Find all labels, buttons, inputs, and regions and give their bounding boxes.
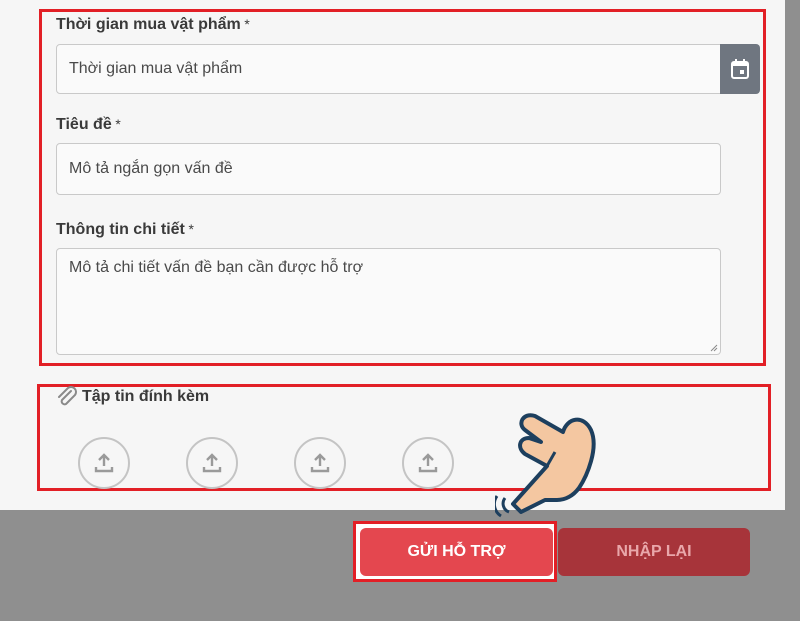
purchase-time-input[interactable]: Thời gian mua vật phẩm xyxy=(56,44,722,94)
details-label: Thông tin chi tiết * xyxy=(56,221,193,239)
upload-icon xyxy=(418,453,438,473)
title-placeholder: Mô tả ngắn gọn vấn đề xyxy=(69,160,233,177)
required-mark: * xyxy=(187,221,194,237)
resize-handle-icon[interactable] xyxy=(710,344,718,352)
details-textarea[interactable]: Mô tả chi tiết vấn đề bạn cần được hỗ tr… xyxy=(56,248,721,355)
upload-icon xyxy=(310,453,330,473)
upload-slot-1[interactable] xyxy=(78,437,130,489)
required-mark: * xyxy=(243,16,250,32)
send-support-button[interactable]: GỬI HỖ TRỢ xyxy=(360,528,553,576)
calendar-button[interactable] xyxy=(720,44,760,94)
hand-pointer-icon xyxy=(495,413,596,518)
paperclip-icon xyxy=(58,386,77,406)
purchase-time-label: Thời gian mua vật phẩm * xyxy=(56,16,249,34)
attachments-label-text: Tập tin đính kèm xyxy=(82,388,210,405)
upload-slot-2[interactable] xyxy=(186,437,238,489)
upload-icon xyxy=(94,453,114,473)
upload-slot-4[interactable] xyxy=(402,437,454,489)
title-input[interactable]: Mô tả ngắn gọn vấn đề xyxy=(56,143,721,195)
reset-button[interactable]: NHẬP LẠI xyxy=(558,528,750,576)
attachments-label: Tập tin đính kèm xyxy=(56,386,209,408)
title-label: Tiêu đề * xyxy=(56,116,120,134)
upload-icon xyxy=(202,453,222,473)
purchase-time-label-text: Thời gian mua vật phẩm xyxy=(56,16,241,33)
details-placeholder: Mô tả chi tiết vấn đề bạn cần được hỗ tr… xyxy=(69,259,364,276)
title-label-text: Tiêu đề xyxy=(56,116,112,133)
details-label-text: Thông tin chi tiết xyxy=(56,221,185,238)
upload-slot-3[interactable] xyxy=(294,437,346,489)
required-mark: * xyxy=(114,116,121,132)
purchase-time-placeholder: Thời gian mua vật phẩm xyxy=(69,60,243,77)
calendar-icon xyxy=(731,59,749,79)
